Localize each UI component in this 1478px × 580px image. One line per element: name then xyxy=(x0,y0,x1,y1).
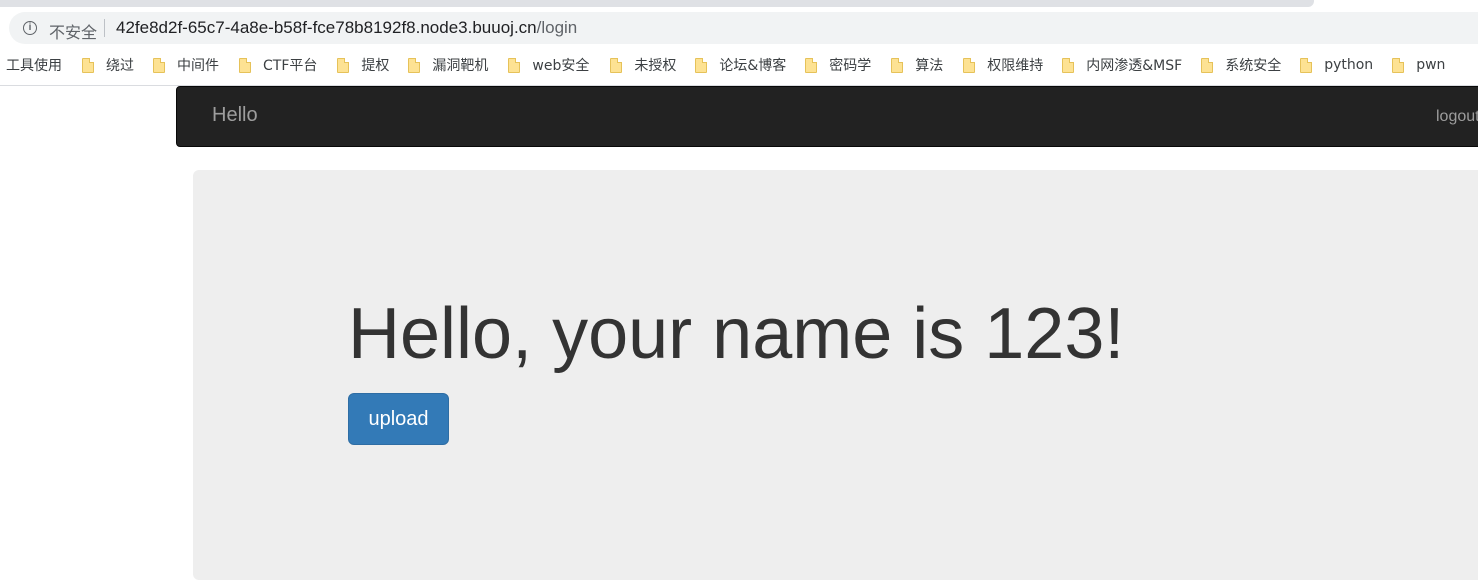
folder-icon xyxy=(337,57,350,73)
bookmark-label: python xyxy=(1324,57,1374,73)
bookmark-item[interactable]: 系统安全 xyxy=(1201,50,1281,80)
info-icon[interactable]: i xyxy=(23,21,37,35)
address-bar[interactable]: i 不安全 42fe8d2f-65c7-4a8e-b58f-fce78b8192… xyxy=(9,12,1478,44)
folder-icon xyxy=(963,57,976,73)
bookmark-item[interactable]: 未授权 xyxy=(610,50,676,80)
bookmark-label: 漏洞靶机 xyxy=(432,58,489,74)
folder-icon xyxy=(805,57,818,73)
bookmark-label: 提权 xyxy=(361,58,390,74)
navbar-brand[interactable]: Hello xyxy=(212,104,258,127)
bookmark-item[interactable]: CTF平台 xyxy=(239,50,317,80)
bookmark-item[interactable]: 内网渗透&MSF xyxy=(1062,50,1182,80)
jumbotron: Hello, your name is 123! upload xyxy=(193,170,1478,580)
folder-icon xyxy=(695,57,708,73)
folder-icon xyxy=(508,57,521,73)
bookmark-label: 权限维持 xyxy=(987,58,1044,74)
bookmark-label: 算法 xyxy=(915,58,944,74)
omnibox-divider xyxy=(104,19,105,37)
bookmark-label: CTF平台 xyxy=(263,58,318,74)
bookmark-label: 系统安全 xyxy=(1225,58,1282,74)
bookmark-item[interactable]: 提权 xyxy=(337,50,389,80)
bookmark-item[interactable]: 算法 xyxy=(891,50,943,80)
bookmark-item[interactable]: web安全 xyxy=(508,50,589,80)
folder-icon xyxy=(1392,57,1405,73)
bookmark-label: 中间件 xyxy=(177,58,219,74)
folder-icon xyxy=(153,57,165,73)
bookmark-item[interactable]: 工具使用 xyxy=(6,50,62,80)
url-host: 42fe8d2f-65c7-4a8e-b58f-fce78b8192f8.nod… xyxy=(116,18,537,37)
navbar: Hello logout xyxy=(176,86,1478,147)
folder-icon xyxy=(610,57,623,73)
security-label[interactable]: 不安全 xyxy=(49,19,97,43)
bookmark-item[interactable]: 漏洞靶机 xyxy=(408,50,488,80)
bookmark-label: web安全 xyxy=(532,58,590,74)
active-tab-shade xyxy=(0,0,1314,7)
folder-icon xyxy=(82,57,94,73)
browser-tab-strip xyxy=(0,0,1478,10)
url-path: /login xyxy=(536,18,578,37)
bookmark-item[interactable]: 密码学 xyxy=(805,50,871,80)
bookmark-label: 工具使用 xyxy=(6,58,62,74)
folder-icon xyxy=(1062,57,1075,73)
bookmark-label: 密码学 xyxy=(829,58,872,74)
bookmark-label: pwn xyxy=(1416,57,1446,73)
folder-icon xyxy=(1300,57,1313,73)
bookmark-label: 未授权 xyxy=(634,58,677,74)
bookmark-item[interactable]: python xyxy=(1300,50,1373,80)
logout-link[interactable]: logout xyxy=(1436,108,1478,126)
bookmark-item[interactable]: 论坛&博客 xyxy=(695,50,786,80)
folder-icon xyxy=(408,57,421,73)
folder-icon xyxy=(1201,57,1214,73)
upload-button[interactable]: upload xyxy=(348,393,449,445)
bookmark-item[interactable]: 权限维持 xyxy=(963,50,1043,80)
url-text[interactable]: 42fe8d2f-65c7-4a8e-b58f-fce78b8192f8.nod… xyxy=(116,18,577,38)
bookmark-item[interactable]: pwn xyxy=(1392,50,1445,80)
bookmark-item[interactable]: 中间件 xyxy=(153,50,219,80)
bookmark-item[interactable]: 绕过 xyxy=(82,50,134,80)
greeting-heading: Hello, your name is 123! xyxy=(348,294,1125,374)
folder-icon xyxy=(891,57,904,73)
bookmark-label: 绕过 xyxy=(106,58,134,74)
bookmarks-bar: 工具使用 绕过 中间件 CTF平台 提权 漏洞靶机 web安全 未授权 论坛&博客 密码学 算法 权限… xyxy=(0,50,1478,80)
folder-icon xyxy=(239,57,251,73)
bookmark-label: 论坛&博客 xyxy=(719,58,787,74)
bookmark-label: 内网渗透&MSF xyxy=(1086,58,1183,74)
